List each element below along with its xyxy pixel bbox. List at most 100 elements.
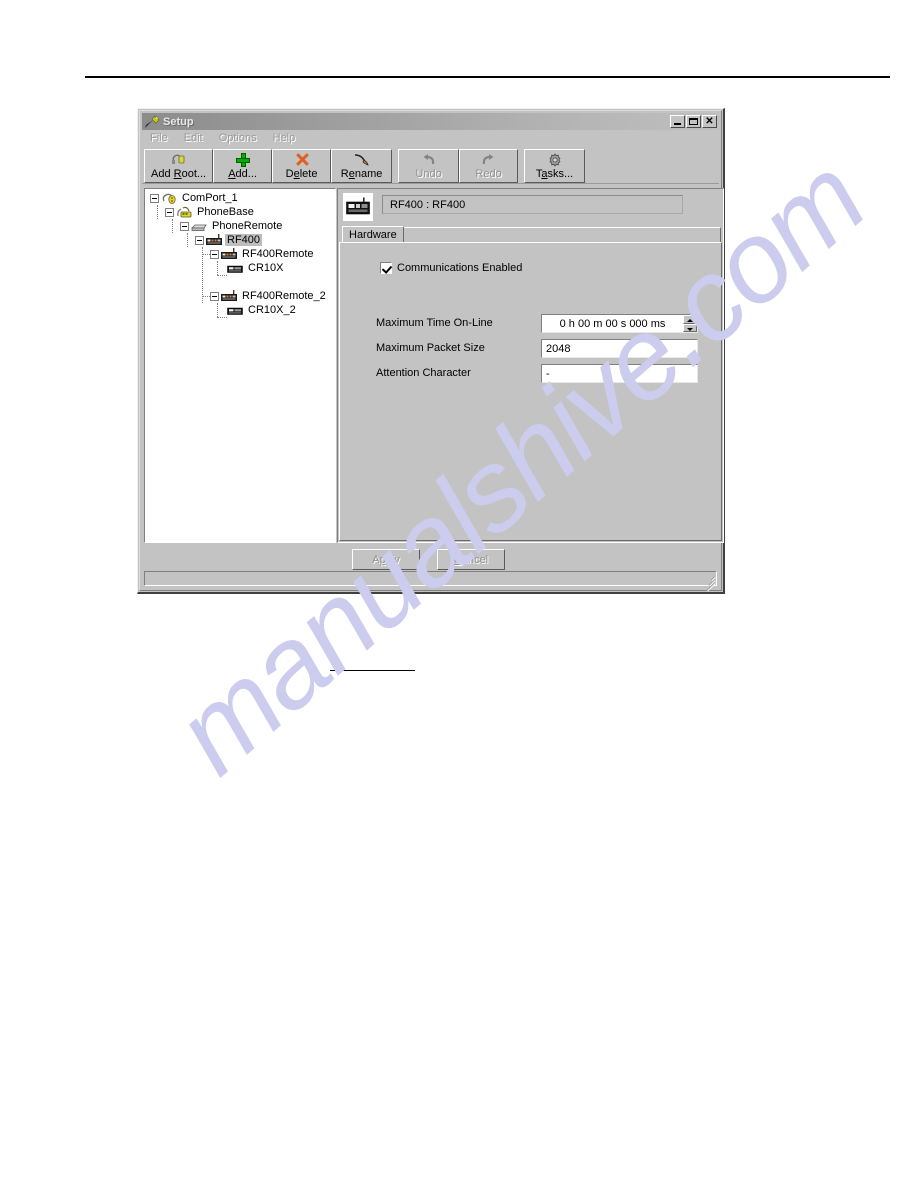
tab-hardware[interactable]: Hardware xyxy=(342,226,404,242)
toolbar: Add Root... Add... Delete Rename Undo Re… xyxy=(142,147,719,184)
rf400-device-icon xyxy=(343,193,373,221)
cr10x-icon xyxy=(227,262,243,275)
rf400remote-icon xyxy=(221,289,237,303)
expander-icon[interactable] xyxy=(210,249,219,259)
statusbar xyxy=(144,571,717,592)
setup-wrench-icon xyxy=(144,114,160,129)
attention-character-input[interactable]: - xyxy=(541,364,698,383)
rename-label: Rename xyxy=(340,168,383,180)
pen-icon xyxy=(353,152,370,167)
tree-node-label: RF400Remote xyxy=(242,248,314,260)
phonebase-icon xyxy=(176,206,192,219)
max-packet-size-label: Maximum Packet Size xyxy=(376,342,485,354)
tree-node-rf400[interactable]: RF400 xyxy=(195,233,263,247)
tree-node-label: RF400Remote_2 xyxy=(242,290,326,302)
add-root-button[interactable]: Add Root... xyxy=(144,149,214,183)
tasks-button[interactable]: Tasks... xyxy=(524,149,586,183)
tree-node-phoneremote[interactable]: PhoneRemote xyxy=(180,219,284,233)
undo-button[interactable]: Undo xyxy=(398,149,460,183)
attention-character-value: - xyxy=(546,367,550,380)
menubar: File Edit Options Help xyxy=(142,130,719,146)
tree-node-label: CR10X xyxy=(248,262,284,274)
max-time-online-input[interactable]: 0 h 00 m 00 s 000 ms xyxy=(541,314,698,333)
detail-header-field: RF400 : RF400 xyxy=(382,195,683,214)
rename-button[interactable]: Rename xyxy=(331,149,393,183)
communications-enabled-row[interactable]: Communications Enabled xyxy=(380,262,522,274)
max-packet-size-value: 2048 xyxy=(546,342,571,355)
expander-icon[interactable] xyxy=(195,235,204,245)
cancel-label: Cancel xyxy=(453,553,489,566)
add-label: Add... xyxy=(228,168,257,180)
undo-arrow-icon xyxy=(421,152,436,167)
stepper-down-icon[interactable] xyxy=(683,323,697,332)
tasks-label: Tasks... xyxy=(535,168,574,180)
toolbar-group-history: Undo Redo xyxy=(398,149,519,183)
orange-x-icon xyxy=(295,152,309,167)
max-time-online-row: Maximum Time On-Line 0 h 00 m 00 s 000 m… xyxy=(376,314,706,334)
tree-node-label: RF400 xyxy=(225,234,263,246)
close-button[interactable]: ✕ xyxy=(702,115,717,128)
device-tree[interactable]: ComPort_1 PhoneBase PhoneRemote RF400 RF… xyxy=(144,188,336,543)
menu-file[interactable]: File xyxy=(150,132,168,144)
rf400-icon xyxy=(206,233,222,247)
plug-connector-icon xyxy=(171,152,186,167)
tree-line xyxy=(217,275,227,276)
tree-node-cr10x-2[interactable]: CR10X_2 xyxy=(227,303,298,317)
menu-options[interactable]: Options xyxy=(219,132,257,144)
tree-node-phonebase[interactable]: PhoneBase xyxy=(165,205,256,219)
max-time-online-value: 0 h 00 m 00 s 000 ms xyxy=(559,317,666,330)
redo-button[interactable]: Redo xyxy=(459,149,519,183)
tree-node-rf400remote-2[interactable]: RF400Remote_2 xyxy=(210,289,328,303)
tree-node-label: CR10X_2 xyxy=(248,304,296,316)
setup-window: Setup ✕ File Edit Options Help Add Root.… xyxy=(137,108,725,594)
maximize-button[interactable] xyxy=(686,115,701,128)
stepper-up-icon[interactable] xyxy=(683,315,697,324)
window-titlebar[interactable]: Setup ✕ xyxy=(142,113,719,130)
apply-label: Apply xyxy=(372,553,400,566)
window-inner-frame: Setup ✕ File Edit Options Help Add Root.… xyxy=(139,110,724,592)
resize-grip[interactable] xyxy=(703,572,716,592)
tree-node-comport-1[interactable]: ComPort_1 xyxy=(150,191,240,205)
apply-button[interactable]: Apply xyxy=(352,549,420,570)
close-icon: ✕ xyxy=(705,115,714,127)
max-time-online-label: Maximum Time On-Line xyxy=(376,317,493,329)
tabstrip-filler xyxy=(392,227,721,242)
tree-node-rf400remote[interactable]: RF400Remote xyxy=(210,247,316,261)
expander-icon[interactable] xyxy=(210,291,219,301)
page-header-rule xyxy=(85,76,890,78)
tree-line xyxy=(187,233,188,247)
redo-label: Redo xyxy=(475,168,502,180)
rf400remote-icon xyxy=(221,247,237,261)
tree-line xyxy=(217,261,218,275)
expander-icon[interactable] xyxy=(165,207,174,217)
max-packet-size-input[interactable]: 2048 xyxy=(541,339,698,358)
page-footer-rule xyxy=(330,670,415,671)
tree-node-cr10x[interactable]: CR10X xyxy=(227,261,285,275)
window-controls: ✕ xyxy=(670,115,717,128)
expander-icon[interactable] xyxy=(150,193,159,203)
menu-edit[interactable]: Edit xyxy=(184,132,203,144)
hardware-tab-page: Communications Enabled Maximum Time On-L… xyxy=(339,242,722,541)
minimize-button[interactable] xyxy=(670,115,685,128)
add-button[interactable]: Add... xyxy=(213,149,273,183)
redo-arrow-icon xyxy=(481,152,496,167)
menu-help[interactable]: Help xyxy=(273,132,296,144)
cr10x-icon xyxy=(227,304,243,317)
expander-icon[interactable] xyxy=(180,221,189,231)
tree-line xyxy=(217,303,218,317)
add-root-label: Add Root... xyxy=(151,168,207,180)
max-packet-size-row: Maximum Packet Size 2048 xyxy=(376,339,706,359)
comport-icon xyxy=(161,192,177,205)
toolbar-group-tasks: Tasks... xyxy=(524,149,586,183)
undo-label: Undo xyxy=(415,168,442,180)
tree-line xyxy=(202,254,210,255)
communications-enabled-label: Communications Enabled xyxy=(397,262,523,274)
detail-header-text: RF400 : RF400 xyxy=(390,198,466,211)
cancel-button[interactable]: Cancel xyxy=(437,549,505,570)
tree-line xyxy=(172,219,173,233)
gear-icon xyxy=(548,152,562,167)
max-time-online-stepper[interactable] xyxy=(683,315,697,332)
delete-button[interactable]: Delete xyxy=(272,149,332,183)
attention-character-row: Attention Character - xyxy=(376,364,706,384)
communications-enabled-checkbox[interactable] xyxy=(380,262,392,274)
